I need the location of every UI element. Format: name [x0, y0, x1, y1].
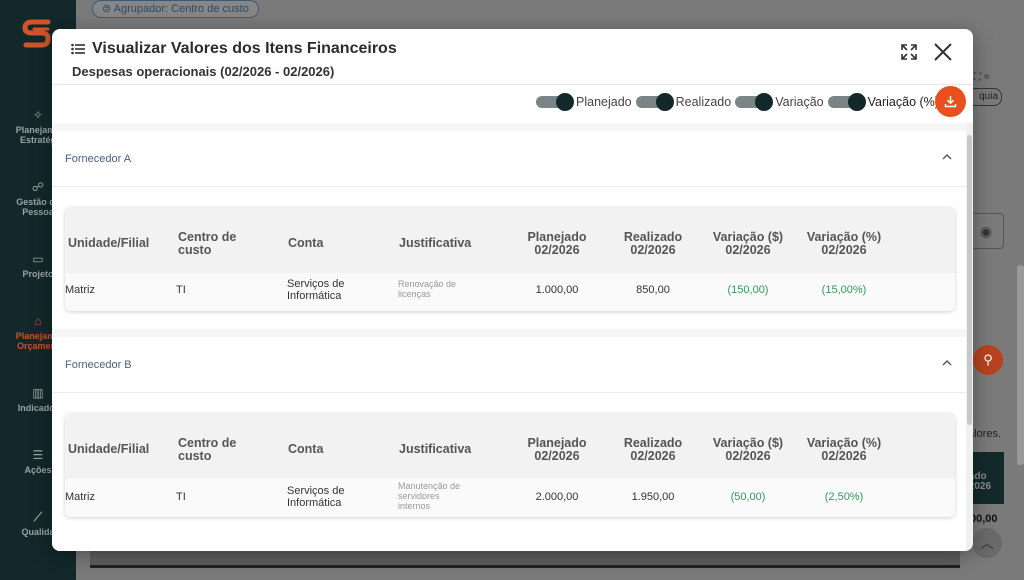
- cell-realizado: 850,00: [636, 284, 670, 296]
- column-header: Unidade/Filial: [68, 442, 150, 456]
- cell-justificativa: Renovação de licenças: [398, 279, 457, 299]
- toggle-variacao[interactable]: Variação: [735, 93, 824, 111]
- cell-variacao-pct: (2,50%): [824, 491, 864, 503]
- data-table: Unidade/Filial Centro de custo Conta Just…: [65, 207, 955, 311]
- modal-scrollbar[interactable]: [966, 123, 973, 551]
- column-header: Unidade/Filial: [68, 236, 150, 250]
- cell-unidade: Matriz: [65, 491, 95, 503]
- cell-conta: Serviços de Informática: [287, 278, 345, 302]
- eye-icon[interactable]: ◉: [968, 213, 1004, 249]
- download-icon: [944, 96, 957, 108]
- cell-justificativa: Manutenção de servidores internos: [398, 481, 461, 511]
- supplier-section: Fornecedor A Unidade/Filial Centro de cus…: [52, 131, 966, 329]
- bank-icon: ⌂: [34, 314, 42, 328]
- background-footer: [90, 548, 960, 568]
- cell-realizado: 1.950,00: [631, 491, 675, 503]
- list-icon: [71, 43, 85, 55]
- close-icon[interactable]: [932, 41, 954, 63]
- table-header: Unidade/Filial Centro de custo Conta Just…: [65, 413, 955, 479]
- cell-unidade: Matriz: [65, 284, 95, 296]
- cell-planejado: 2.000,00: [535, 491, 579, 503]
- chart-icon: ▥: [32, 386, 44, 400]
- cell-centro: TI: [176, 491, 186, 503]
- column-header: Planejado 02/2026: [527, 436, 587, 463]
- layers-icon: ⊜: [102, 3, 114, 15]
- bulb-icon: ✧: [32, 108, 44, 122]
- toggle-variacao-pct[interactable]: Variação (%): [827, 93, 939, 111]
- toggle-switch[interactable]: [827, 93, 866, 111]
- modal-content: Fornecedor A Unidade/Filial Centro de cus…: [52, 123, 966, 551]
- toggle-switch[interactable]: [735, 93, 774, 111]
- column-toggles: Planejado Realizado Variação Variação (%…: [536, 91, 943, 113]
- toggle-label: Realizado: [675, 95, 732, 109]
- modal-title: Visualizar Valores dos Itens Financeiros: [92, 40, 397, 57]
- briefcase-icon: ▭: [32, 252, 44, 266]
- scrollbar-thumb[interactable]: [967, 135, 972, 425]
- toggle-switch[interactable]: [635, 93, 674, 111]
- background-card-value: 00,00: [970, 513, 998, 525]
- column-header: Variação ($) 02/2026: [712, 436, 784, 463]
- column-header: Conta: [288, 442, 324, 456]
- cell-planejado: 1.000,00: [535, 284, 579, 296]
- search-icon[interactable]: ⚲: [973, 345, 1003, 375]
- column-header: Centro de custo: [178, 230, 237, 257]
- toggle-realizado[interactable]: Realizado: [635, 93, 732, 111]
- column-header: Variação ($) 02/2026: [712, 230, 784, 257]
- toggle-label: Planejado: [576, 95, 632, 109]
- column-header: Conta: [288, 236, 324, 250]
- column-header: Centro de custo: [178, 436, 237, 463]
- scroll-top-icon[interactable]: ︿: [972, 528, 1002, 558]
- fullscreen-icon[interactable]: [900, 43, 918, 61]
- toggle-planejado[interactable]: Planejado: [536, 93, 632, 111]
- background-pill[interactable]: quia: [968, 88, 1002, 106]
- background-scrollbar[interactable]: [1017, 265, 1024, 465]
- cell-conta: Serviços de Informática: [287, 485, 345, 509]
- chevron-up-icon[interactable]: [942, 153, 952, 161]
- modal-subtitle: Despesas operacionais (02/2026 - 02/2026…: [72, 64, 335, 79]
- modal-header: Visualizar Valores dos Itens Financeiros…: [52, 29, 973, 85]
- table-header: Unidade/Filial Centro de custo Conta Just…: [65, 207, 955, 273]
- grouper-chip[interactable]: ⊜ Agrupador: Centro de custo: [92, 0, 259, 18]
- section-header[interactable]: Fornecedor A: [52, 131, 966, 187]
- people-icon: ☍: [31, 180, 45, 194]
- toggle-switch[interactable]: [536, 93, 574, 111]
- app-logo: [22, 19, 51, 48]
- toggle-label: Variação: [775, 95, 824, 109]
- cell-centro: TI: [176, 284, 186, 296]
- cell-variacao-pct: (15,00%): [821, 284, 867, 296]
- column-header: Realizado 02/2026: [623, 436, 683, 463]
- supplier-section: Fornecedor B Unidade/Filial Centro de cus…: [52, 337, 966, 551]
- supplier-name: Fornecedor B: [65, 359, 132, 371]
- download-button[interactable]: [935, 86, 966, 117]
- column-header: Planejado 02/2026: [527, 230, 587, 257]
- supplier-name: Fornecedor A: [65, 153, 132, 165]
- financial-items-modal: Visualizar Valores dos Itens Financeiros…: [52, 29, 973, 551]
- column-header: Justificativa: [399, 442, 472, 456]
- toggle-label: Variação (%): [867, 95, 939, 109]
- column-header: Variação (%) 02/2026: [806, 436, 882, 463]
- column-header: Realizado 02/2026: [623, 230, 683, 257]
- column-header: Variação (%) 02/2026: [806, 230, 882, 257]
- background-toolbar-icons: ⛶ ⌗: [974, 72, 990, 83]
- data-table: Unidade/Filial Centro de custo Conta Just…: [65, 413, 955, 517]
- cell-variacao: (50,00): [730, 491, 766, 503]
- cell-variacao: (150,00): [727, 284, 769, 296]
- column-header: Justificativa: [399, 236, 472, 250]
- chevron-up-icon[interactable]: [942, 359, 952, 367]
- section-header[interactable]: Fornecedor B: [52, 337, 966, 393]
- list-icon: ☰: [32, 448, 44, 462]
- quality-icon: ⟋: [33, 510, 43, 524]
